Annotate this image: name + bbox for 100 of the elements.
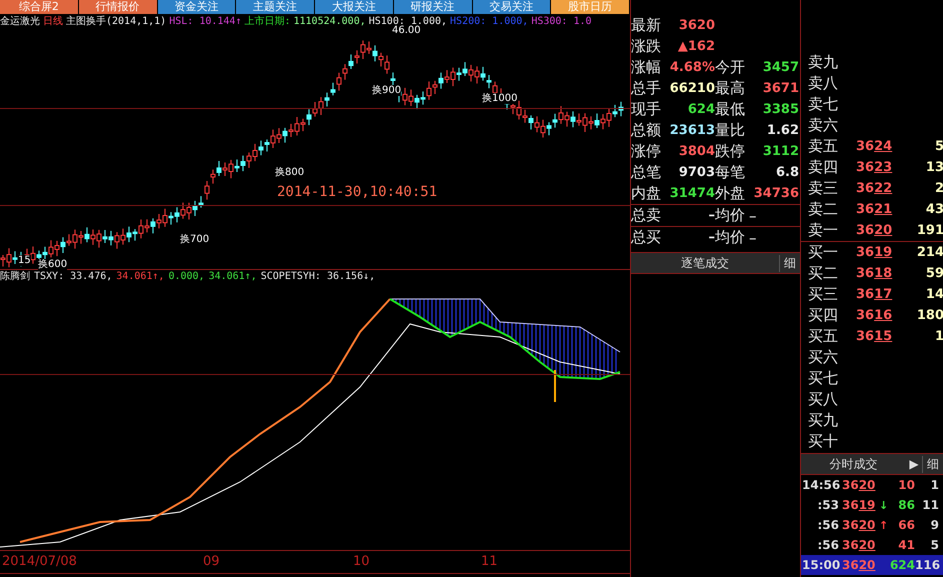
- order-price: 3617: [856, 287, 894, 302]
- quote-label: 总手: [631, 79, 662, 98]
- trade-volume: 86: [897, 498, 915, 512]
- hs100-value: HS100: 1.000,: [368, 15, 448, 27]
- quote-label: 涨停: [631, 142, 662, 161]
- order-level-label: 买二: [808, 264, 839, 283]
- turnover-label: 换700: [180, 234, 210, 245]
- time-trades-tab[interactable]: 分时成交: [801, 456, 906, 472]
- order-level-label: 买九: [808, 411, 839, 430]
- quote-value: 31474: [668, 186, 715, 201]
- top-tab[interactable]: 交易关注: [472, 0, 552, 14]
- order-level-label: 卖一: [808, 221, 839, 240]
- tick-trades-tab[interactable]: 逐笔成交: [631, 254, 779, 272]
- order-price: 3615: [856, 329, 894, 344]
- trade-price: 3619: [842, 498, 876, 512]
- low-price-label: 15: [18, 255, 31, 266]
- detail-button[interactable]: 细: [922, 456, 943, 472]
- listing-value: 1110524.000,: [294, 15, 366, 29]
- quote-label: 均价: [715, 206, 746, 225]
- quote-label: 总笔: [631, 163, 662, 182]
- quote-value: 9703: [678, 165, 715, 180]
- quote-value: 3457: [762, 60, 799, 75]
- top-tab[interactable]: 综合屏2: [0, 0, 79, 14]
- quote-label: 最低: [715, 100, 746, 119]
- next-button[interactable]: ▶: [906, 457, 922, 471]
- trade-count: 116: [915, 558, 939, 572]
- indicator-value: 34.061↑,: [116, 270, 164, 284]
- hs300-value: HS300: 1.0: [531, 15, 592, 29]
- order-volume: 2: [934, 181, 943, 196]
- indicator-name: 陈腾剑: [0, 270, 30, 284]
- order-volume: 1: [934, 329, 943, 344]
- order-price: 3621: [856, 202, 894, 217]
- trade-time: :56: [816, 538, 840, 552]
- trade-time: :53: [816, 498, 840, 512]
- high-price-label: 46.00: [392, 25, 421, 36]
- trade-time: 15:00: [802, 558, 842, 572]
- order-level-label: 卖八: [808, 74, 839, 93]
- top-tab[interactable]: 股市日历: [551, 0, 630, 14]
- order-price: 3623: [856, 160, 894, 175]
- order-level-label: 卖五: [808, 137, 839, 156]
- order-level-label: 卖七: [808, 95, 839, 114]
- quote-label: 现手: [631, 100, 662, 119]
- quote-label: 最新: [631, 16, 662, 35]
- quote-label: 总卖: [631, 206, 662, 225]
- quote-value: 4.68%: [668, 60, 715, 75]
- trade-arrow: ↓: [879, 498, 888, 512]
- quote-value: –: [749, 228, 758, 246]
- quote-value: –: [708, 208, 715, 223]
- order-level-label: 卖四: [808, 158, 839, 177]
- order-price: 3618: [856, 266, 894, 281]
- trade-volume: 66: [897, 518, 915, 532]
- top-tab[interactable]: 主题关注: [236, 0, 315, 14]
- quote-value: 624: [686, 102, 715, 117]
- order-volume: 214: [916, 245, 943, 260]
- order-level-label: 买七: [808, 369, 839, 388]
- order-volume: 5: [934, 139, 943, 154]
- order-level-label: 卖三: [808, 179, 839, 198]
- quote-label: 最高: [715, 79, 746, 98]
- quote-value: ▲162: [676, 39, 715, 54]
- quote-value: 66210: [668, 81, 715, 96]
- stock-name: 金运激光: [0, 14, 40, 29]
- top-tab[interactable]: 研报关注: [394, 0, 472, 14]
- trade-volume: 10: [897, 478, 915, 492]
- turnover-label: 换800: [275, 167, 304, 178]
- quote-value: 23613: [668, 123, 715, 138]
- date-axis-label: 10: [353, 554, 370, 569]
- top-tab[interactable]: 资金关注: [158, 0, 236, 14]
- detail-button[interactable]: 细: [779, 254, 800, 272]
- order-price: 3620: [856, 223, 894, 238]
- trade-price: 3620: [842, 538, 876, 552]
- date-axis-label: 11: [481, 554, 498, 569]
- quote-value: 3804: [678, 144, 715, 159]
- period-label: 日线: [43, 14, 63, 29]
- quote-value: 1.62: [766, 123, 799, 138]
- trade-price: 3620: [842, 558, 876, 572]
- indicator-value: 34.061↑,: [208, 270, 257, 284]
- trade-volume: 624: [888, 558, 915, 572]
- quote-value: 3671: [762, 81, 799, 96]
- trade-count: 9: [930, 518, 939, 532]
- order-level-label: 买八: [808, 390, 839, 409]
- turnover-label: 换1000: [482, 93, 518, 104]
- top-tab[interactable]: 行情报价: [78, 0, 158, 14]
- quote-value: –: [708, 230, 715, 245]
- order-volume: 59: [924, 266, 943, 281]
- quote-label: 均价: [715, 228, 746, 247]
- quote-label: 今开: [715, 58, 746, 77]
- order-level-label: 买六: [808, 348, 839, 367]
- turnover-label: 换600: [38, 259, 68, 270]
- quote-label: 涨跌: [631, 37, 662, 56]
- order-level-label: 买四: [808, 306, 839, 325]
- top-tab[interactable]: 大报关注: [315, 0, 394, 14]
- quote-value: –: [749, 206, 758, 224]
- trade-volume: 41: [897, 538, 915, 552]
- order-volume: 180: [916, 308, 943, 323]
- quote-value: 6.8: [774, 165, 799, 180]
- hsl-value: HSL: 10.144↑: [169, 15, 242, 29]
- indicator-value: TSXY: 33.476,: [34, 270, 112, 284]
- order-level-label: 买一: [808, 243, 839, 262]
- trade-count: 1: [930, 478, 939, 492]
- date-axis-label: 2014/07/08: [2, 554, 77, 569]
